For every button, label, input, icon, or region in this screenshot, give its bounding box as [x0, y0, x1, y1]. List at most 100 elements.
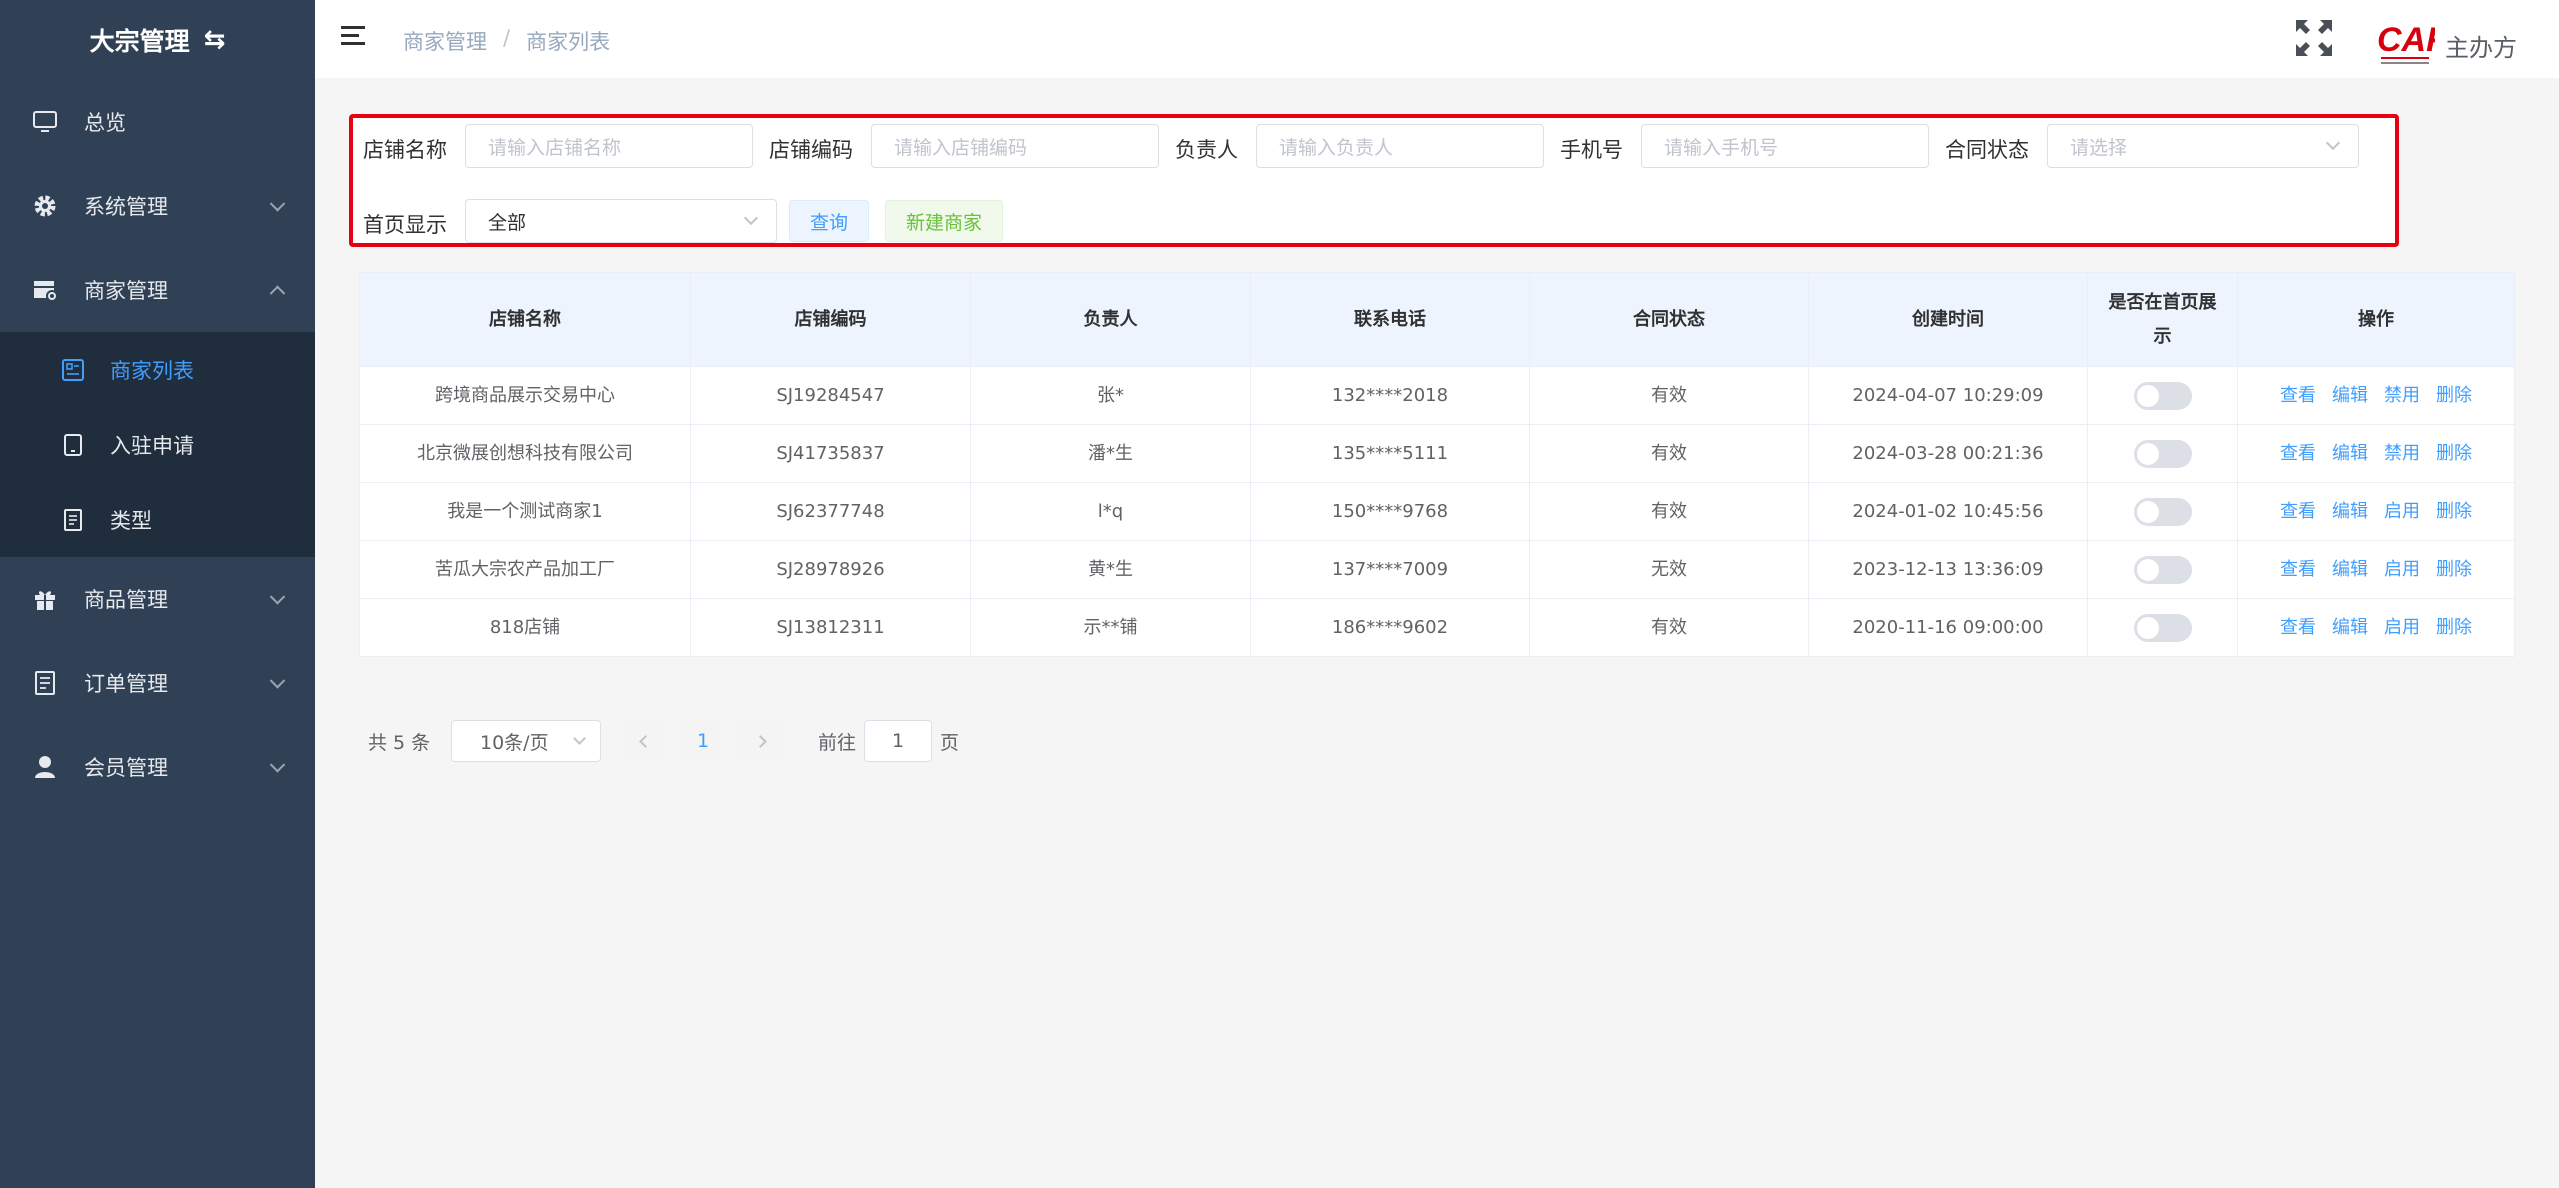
sidebar-item-label: 订单管理 — [84, 672, 168, 696]
sidebar-item-member[interactable]: 会员管理 — [0, 725, 315, 809]
sidebar-item-product[interactable]: 商品管理 — [0, 557, 315, 641]
shop-code-input[interactable]: 请输入店铺编码 — [871, 124, 1159, 168]
org-label[interactable]: 主办方 — [2445, 28, 2517, 63]
home-display-cell — [2088, 599, 2238, 656]
contract-status-cell: 有效 — [1530, 599, 1809, 656]
phone-cell: 137****7009 — [1251, 541, 1530, 598]
next-page-button[interactable] — [738, 720, 782, 762]
menu-toggle-icon[interactable] — [341, 26, 365, 48]
sidebar-item-join-apply[interactable]: 入驻申请 — [0, 407, 315, 482]
manager-cell: 潘*生 — [971, 425, 1251, 482]
placeholder: 请输入手机号 — [1664, 136, 1779, 159]
contract-status-select[interactable]: 请选择 — [2047, 124, 2359, 168]
shop-code-cell: SJ41735837 — [691, 425, 971, 482]
app-title: 大宗管理 ⇆ — [0, 0, 315, 80]
delete-link[interactable]: 删除 — [2436, 553, 2472, 587]
home-display-toggle[interactable] — [2133, 381, 2192, 410]
edit-link[interactable]: 编辑 — [2332, 553, 2368, 587]
sidebar-item-label: 商品管理 — [84, 588, 168, 612]
phone-cell: 150****9768 — [1251, 483, 1530, 540]
view-link[interactable]: 查看 — [2280, 495, 2316, 529]
edit-link[interactable]: 编辑 — [2332, 611, 2368, 645]
view-link[interactable]: 查看 — [2280, 379, 2316, 413]
shop-code-label: 店铺编码 — [769, 138, 853, 162]
prev-page-button[interactable] — [623, 720, 667, 762]
query-button[interactable]: 查询 — [789, 200, 869, 242]
edit-link[interactable]: 编辑 — [2332, 379, 2368, 413]
edit-link[interactable]: 编辑 — [2332, 495, 2368, 529]
created-time-cell: 2024-01-02 10:45:56 — [1809, 483, 2088, 540]
chevron-down-icon — [269, 589, 286, 605]
sidebar-item-type[interactable]: 类型 — [0, 482, 315, 557]
actions-cell: 查看 编辑 禁用 删除 — [2238, 425, 2515, 482]
home-display-toggle[interactable] — [2133, 497, 2192, 526]
column-header: 负责人 — [971, 273, 1251, 366]
view-link[interactable]: 查看 — [2280, 437, 2316, 471]
sidebar-item-system[interactable]: 系统管理 — [0, 164, 315, 248]
toggle-status-link[interactable]: 启用 — [2384, 611, 2420, 645]
delete-link[interactable]: 删除 — [2436, 379, 2472, 413]
manager-input[interactable]: 请输入负责人 — [1256, 124, 1544, 168]
sidebar-item-label: 会员管理 — [84, 756, 168, 780]
sidebar-item-label: 系统管理 — [84, 195, 168, 219]
delete-link[interactable]: 删除 — [2436, 611, 2472, 645]
tablet-icon — [62, 433, 84, 456]
edit-link[interactable]: 编辑 — [2332, 437, 2368, 471]
fullscreen-icon[interactable] — [2293, 17, 2335, 59]
placeholder: 请输入店铺编码 — [894, 136, 1028, 159]
goto-page-input[interactable]: 1 — [864, 720, 932, 762]
shop-name-cell: 我是一个测试商家1 — [360, 483, 691, 540]
breadcrumb-item-current: 商家列表 — [526, 30, 611, 54]
contract-status-cell: 有效 — [1530, 425, 1809, 482]
sidebar-item-overview[interactable]: 总览 — [0, 80, 315, 164]
chevron-down-icon — [2325, 135, 2341, 151]
page-number-current[interactable]: 1 — [681, 720, 725, 762]
sidebar-item-merchant-list[interactable]: 商家列表 — [0, 332, 315, 407]
merchant-table: 店铺名称 店铺编码 负责人 联系电话 合同状态 创建时间 是否在首页展示 操作 … — [359, 272, 2515, 657]
placeholder: 请选择 — [2070, 136, 2128, 159]
toggle-status-link[interactable]: 禁用 — [2384, 379, 2420, 413]
manager-cell: 张* — [971, 367, 1251, 424]
delete-link[interactable]: 删除 — [2436, 437, 2472, 471]
home-display-cell — [2088, 483, 2238, 540]
actions-cell: 查看 编辑 启用 删除 — [2238, 599, 2515, 656]
chevron-down-icon — [743, 210, 759, 226]
column-header: 操作 — [2238, 273, 2515, 366]
phone-cell: 135****5111 — [1251, 425, 1530, 482]
contract-status-cell: 无效 — [1530, 541, 1809, 598]
shop-name-input[interactable]: 请输入店铺名称 — [465, 124, 753, 168]
sidebar-item-order[interactable]: 订单管理 — [0, 641, 315, 725]
breadcrumb-separator: / — [503, 26, 511, 50]
view-link[interactable]: 查看 — [2280, 611, 2316, 645]
created-time-cell: 2024-03-28 00:21:36 — [1809, 425, 2088, 482]
user-icon — [32, 754, 58, 780]
phone-cell: 132****2018 — [1251, 367, 1530, 424]
home-display-toggle[interactable] — [2133, 613, 2192, 642]
home-display-select[interactable]: 全部 — [465, 199, 777, 243]
shop-code-cell: SJ19284547 — [691, 367, 971, 424]
new-merchant-button[interactable]: 新建商家 — [885, 200, 1003, 242]
manager-cell: 示**铺 — [971, 599, 1251, 656]
caf-logo-icon: CAF — [2375, 15, 2448, 71]
created-time-cell: 2023-12-13 13:36:09 — [1809, 541, 2088, 598]
phone-input[interactable]: 请输入手机号 — [1641, 124, 1929, 168]
delete-link[interactable]: 删除 — [2436, 495, 2472, 529]
selected-value: 10条/页 — [480, 731, 549, 754]
manager-cell: l*q — [971, 483, 1251, 540]
home-display-toggle[interactable] — [2133, 555, 2192, 584]
view-link[interactable]: 查看 — [2280, 553, 2316, 587]
svg-text:CAF: CAF — [2377, 21, 2435, 59]
home-display-cell — [2088, 541, 2238, 598]
home-display-toggle[interactable] — [2133, 439, 2192, 468]
toggle-status-link[interactable]: 启用 — [2384, 495, 2420, 529]
swap-icon[interactable]: ⇆ — [204, 25, 226, 55]
toggle-status-link[interactable]: 启用 — [2384, 553, 2420, 587]
sidebar: 大宗管理 ⇆ 总览 系统管理 商家管理 商家列表 入驻申请 类型 商品管理 订单… — [0, 0, 315, 1188]
toggle-status-link[interactable]: 禁用 — [2384, 437, 2420, 471]
sidebar-item-label: 商家列表 — [110, 358, 194, 383]
breadcrumb-item[interactable]: 商家管理 — [403, 26, 487, 56]
sidebar-item-merchant[interactable]: 商家管理 — [0, 248, 315, 332]
table-row: 818店铺 SJ13812311 示**铺 186****9602 有效 2020-11-… — [360, 599, 2515, 657]
home-display-cell — [2088, 367, 2238, 424]
page-size-select[interactable]: 10条/页 — [451, 720, 601, 762]
